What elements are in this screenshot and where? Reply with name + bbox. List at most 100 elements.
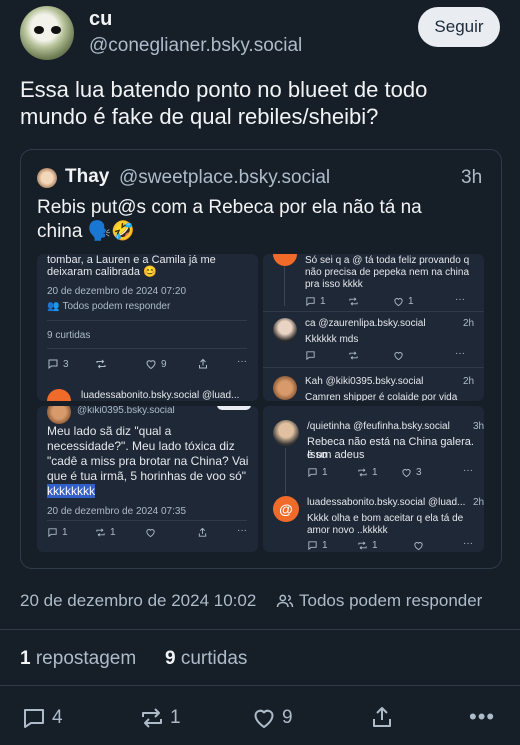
image-avatar — [47, 406, 71, 424]
avatar-eye — [51, 26, 61, 34]
count: 3 — [416, 467, 422, 478]
image-text: Kkkkkk mds — [305, 334, 359, 345]
image-time: 2h — [463, 318, 475, 329]
image-like-action — [393, 350, 404, 361]
attached-image-2[interactable]: Só sei q a @ tá toda feliz provando q nã… — [263, 254, 484, 401]
count: 1 — [372, 467, 378, 478]
author-avatar[interactable] — [20, 6, 74, 60]
repost-icon — [96, 359, 106, 369]
divider — [47, 348, 247, 349]
image-author: Kah @kiki0395.bsky.social — [305, 376, 424, 387]
repost-icon — [142, 708, 162, 728]
post-text-line: Essa lua batendo ponto no blueet de todo — [20, 77, 428, 102]
post-text-line: mundo é fake de qual rebiles/sheibi? — [20, 104, 379, 129]
image-text: é um adeus — [307, 449, 365, 461]
image-date: 20 de dezembro de 2024 07:20 — [47, 286, 186, 297]
quoted-post[interactable]: Thay @sweetplace.bsky.social 3h Rebis pu… — [20, 149, 502, 569]
image-time: 2h — [463, 376, 475, 387]
divider — [0, 629, 520, 630]
image-repost-action: 1 — [95, 527, 116, 538]
count: 1 — [322, 540, 328, 551]
like-count: 9 — [165, 648, 176, 669]
image-reply-action: 1 — [305, 296, 326, 307]
like-icon — [414, 542, 423, 551]
like-icon — [146, 529, 155, 538]
count: 1 — [372, 540, 378, 551]
reply-button[interactable]: 4 — [22, 706, 63, 730]
image-date: 20 de dezembro de 2024 07:35 — [47, 506, 186, 517]
attached-image-4[interactable]: /quietinha @feufinha.bsky.social 3h Rebe… — [263, 406, 484, 552]
count: 3 — [63, 358, 69, 370]
image-like-action: 9 — [145, 358, 167, 370]
image-text: necessidade?". Meu lado tóxica diz — [47, 439, 235, 453]
image-like-action: 1 — [393, 296, 414, 307]
image-author: ca @zaurenlipa.bsky.social — [305, 318, 426, 329]
image-avatar — [273, 420, 299, 446]
thread-line — [285, 448, 286, 494]
reply-icon — [24, 709, 44, 728]
image-text: amor novo ..kkkkk — [307, 525, 388, 536]
image-repost-action — [95, 358, 107, 370]
reply-icon — [48, 359, 58, 370]
like-icon — [394, 298, 403, 307]
image-reply-setting: 👥 Todos podem responder — [47, 301, 170, 312]
image-repost-action — [348, 296, 359, 307]
post-timestamp[interactable]: 20 de dezembro de 2024 10:02 — [20, 591, 256, 611]
repost-icon — [96, 528, 105, 537]
author-handle[interactable]: @coneglianer.bsky.social — [89, 35, 302, 57]
thread-line — [284, 266, 285, 306]
image-like-action — [145, 527, 156, 538]
image-reply-action: 1 — [307, 540, 328, 551]
more-icon: ··· — [463, 465, 473, 476]
more-icon: ··· — [455, 294, 465, 305]
quote-author-name: Thay — [65, 166, 110, 187]
image-reply-setting-text: Todos podem responder — [62, 301, 171, 312]
image-time: 2h — [473, 497, 484, 508]
image-reply-action: 3 — [47, 358, 69, 370]
quote-author-handle: @sweetplace.bsky.social — [119, 167, 331, 188]
image-avatar — [273, 318, 297, 342]
quote-text: Rebis put@s com a Rebeca por ela não tá … — [37, 196, 422, 244]
like-label: curtidas — [180, 648, 248, 669]
count: 1 — [62, 527, 68, 538]
attached-image-3[interactable]: @kiki0395.bsky.social Meu lado sã diz "q… — [37, 406, 258, 552]
author-name[interactable]: cu — [89, 8, 112, 31]
reply-count: 4 — [52, 707, 63, 728]
image-author: luadessabonito.bsky.social @luad... — [81, 390, 240, 401]
image-avatar — [47, 389, 71, 401]
reply-icon — [308, 468, 317, 478]
image-reply-action — [305, 350, 316, 361]
image-text: que é tua irmã, 5 horinhas de voo só" — [47, 469, 247, 483]
repost-stat[interactable]: 1 repostagem — [20, 648, 136, 670]
divider — [47, 320, 247, 321]
like-icon — [394, 352, 403, 361]
image-like-action: 3 — [401, 467, 422, 478]
more-icon: ··· — [237, 356, 247, 367]
follow-button[interactable]: Seguir — [418, 7, 500, 47]
divider — [263, 311, 484, 312]
share-icon — [373, 707, 391, 727]
attached-image-1[interactable]: tombar, a Lauren e a Camila já me deixar… — [37, 254, 258, 401]
image-reply-action: 1 — [47, 527, 68, 538]
image-text-selected: kkkkkkkk — [47, 484, 95, 498]
share-button[interactable] — [370, 705, 394, 729]
count: 1 — [320, 296, 326, 307]
more-button[interactable]: ••• — [469, 704, 495, 730]
image-text-block: Meu lado sã diz "qual a necessidade?". M… — [47, 424, 248, 499]
image-author: luadessabonito.bsky.social @luad... — [307, 497, 466, 508]
like-button[interactable]: 9 — [252, 706, 293, 730]
image-author: @kiki0395.bsky.social — [77, 406, 175, 416]
more-icon: ··· — [463, 538, 473, 549]
like-icon — [254, 709, 274, 728]
repost-icon — [349, 297, 358, 306]
like-stat[interactable]: 9 curtidas — [165, 648, 247, 670]
more-icon: ••• — [469, 704, 496, 729]
like-icon — [146, 360, 156, 370]
count: 9 — [161, 358, 167, 370]
repost-button[interactable]: 1 — [140, 706, 181, 730]
image-text: "cadê a miss pra brotar na China? Vai — [47, 454, 249, 468]
people-icon: 👥 — [47, 301, 60, 312]
like-icon — [402, 469, 411, 478]
image-time: 3h — [473, 421, 484, 432]
image-repost-action: 1 — [357, 467, 378, 478]
